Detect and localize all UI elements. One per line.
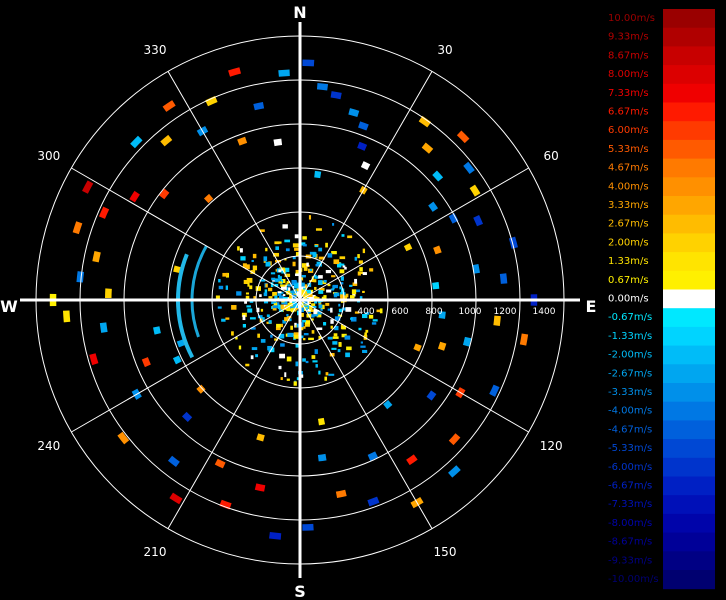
colorbar-label: -8.00m/s bbox=[608, 518, 652, 529]
colorbar-label: 6.00m/s bbox=[608, 125, 649, 136]
colorbar-label: 10.00m/s bbox=[608, 13, 655, 24]
colorbar-label: -9.33m/s bbox=[608, 555, 652, 566]
colorbar-label: -1.33m/s bbox=[608, 331, 652, 342]
colorbar-swatch bbox=[663, 139, 715, 160]
colorbar-label: -8.67m/s bbox=[608, 537, 652, 548]
colorbar-label: 4.67m/s bbox=[608, 163, 649, 174]
colorbar-label: -10.00m/s bbox=[608, 574, 659, 585]
colorbar-label: -6.67m/s bbox=[608, 481, 652, 492]
colorbar-label: 2.00m/s bbox=[608, 237, 649, 248]
colorbar-label: -2.67m/s bbox=[608, 368, 652, 379]
colorbar-swatch bbox=[663, 495, 715, 515]
colorbar-swatch bbox=[663, 570, 715, 590]
colorbar-swatch bbox=[663, 513, 715, 534]
colorbar-label: 6.67m/s bbox=[608, 107, 649, 118]
colorbar-label: -6.00m/s bbox=[608, 462, 652, 473]
colorbar-swatch bbox=[663, 476, 715, 496]
colorbar-label: 0.67m/s bbox=[608, 275, 649, 286]
colorbar-swatch bbox=[663, 383, 715, 403]
colorbar-label: 2.67m/s bbox=[608, 219, 649, 230]
colorbar-label: -4.67m/s bbox=[608, 424, 652, 435]
colorbar-swatch bbox=[663, 326, 715, 347]
colorbar-swatch bbox=[663, 551, 715, 571]
colorbar-swatch bbox=[663, 177, 715, 197]
colorbar-swatch bbox=[663, 214, 715, 234]
colorbar-label: 7.33m/s bbox=[608, 88, 649, 99]
colorbar-label: -7.33m/s bbox=[608, 499, 652, 510]
colorbar-swatch bbox=[663, 27, 715, 47]
colorbar-swatch bbox=[663, 65, 715, 85]
colorbar-label: 5.33m/s bbox=[608, 144, 649, 155]
colorbar-swatch bbox=[663, 308, 715, 328]
colorbar-label: -3.33m/s bbox=[608, 387, 652, 398]
colorbar-swatch bbox=[663, 457, 715, 477]
colorbar-swatch bbox=[663, 532, 715, 552]
colorbar-swatch bbox=[663, 83, 715, 103]
colorbar-swatch bbox=[663, 102, 715, 122]
colorbar-swatch bbox=[663, 270, 715, 290]
colorbar-swatch bbox=[663, 158, 715, 178]
colorbar-swatch bbox=[663, 121, 715, 141]
colorbar-label: -0.67m/s bbox=[608, 312, 652, 323]
colorbar-label: 8.67m/s bbox=[608, 50, 649, 61]
colorbar-swatch bbox=[663, 252, 715, 272]
colorbar-swatch bbox=[663, 345, 715, 365]
colorbar-label: 4.00m/s bbox=[608, 181, 649, 192]
colorbar-swatch bbox=[663, 9, 715, 29]
colorbar-swatch bbox=[663, 289, 715, 309]
colorbar-swatch bbox=[663, 401, 715, 421]
colorbar-label: -5.33m/s bbox=[608, 443, 652, 454]
colorbar-swatch bbox=[663, 196, 715, 216]
colorbar-label: -4.00m/s bbox=[608, 406, 652, 417]
colorbar-swatch bbox=[663, 439, 715, 459]
velocity-colorbar: 10.00m/s 9.33m/s 8.67m/s 8.00m/s 7.33m/s 6.67… bbox=[603, 0, 726, 600]
colorbar-label: 3.33m/s bbox=[608, 200, 649, 211]
colorbar-swatch bbox=[663, 233, 715, 253]
colorbar-swatch bbox=[663, 46, 715, 66]
colorbar-label: 9.33m/s bbox=[608, 32, 649, 43]
colorbar-swatch bbox=[663, 420, 715, 440]
colorbar-label: 0.00m/s bbox=[608, 294, 649, 305]
colorbar-label: 1.33m/s bbox=[608, 256, 649, 267]
colorbar-label: -2.00m/s bbox=[608, 350, 652, 361]
colorbar-label: 8.00m/s bbox=[608, 69, 649, 80]
colorbar-swatch bbox=[663, 364, 715, 384]
